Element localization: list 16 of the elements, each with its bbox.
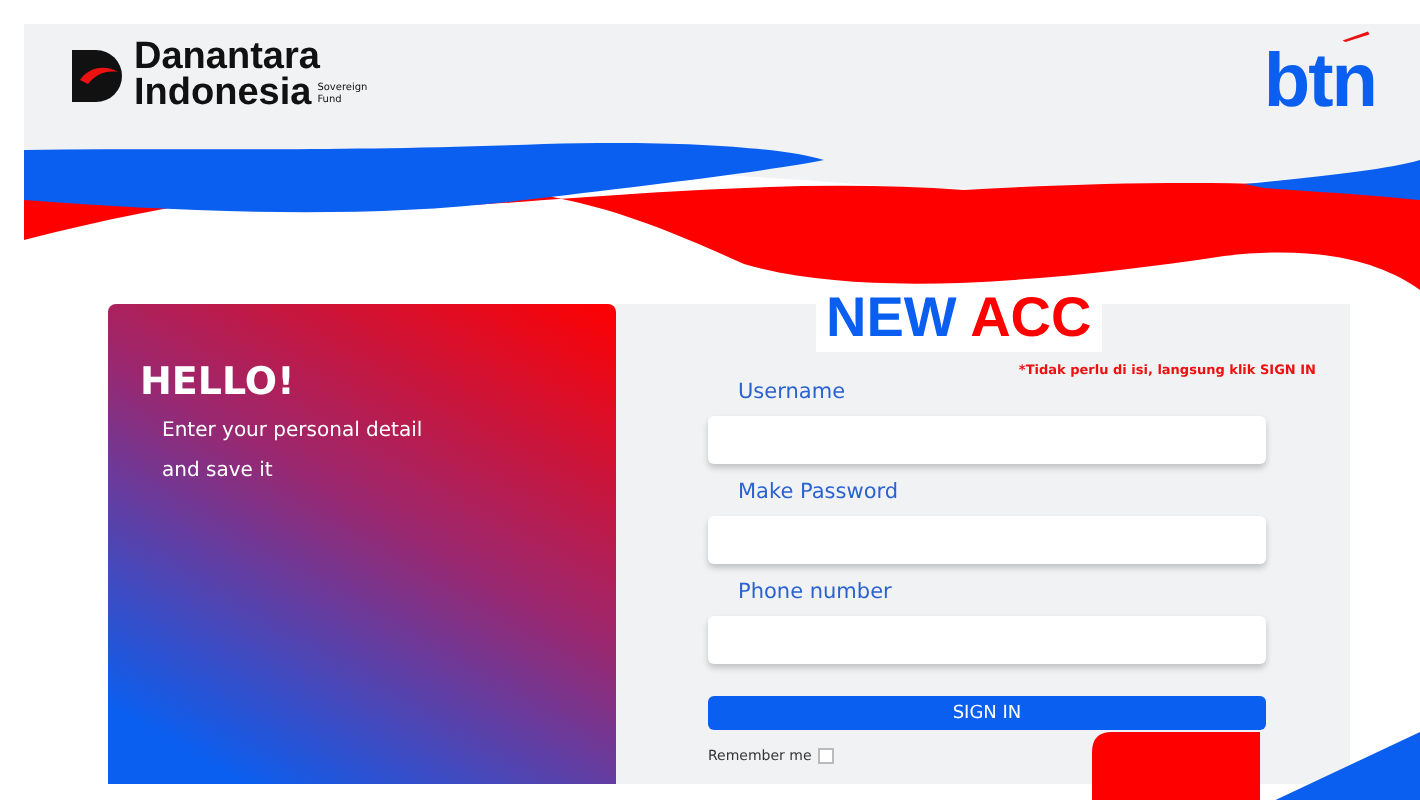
logo-accent-icon: [1340, 30, 1372, 42]
input-field[interactable]: [708, 516, 1266, 564]
panel-text: Enter your personal detail: [160, 418, 425, 446]
remember-checkbox[interactable]: [817, 748, 834, 764]
brand-logo-icon: [68, 46, 128, 106]
field-label: Make Password: [736, 478, 901, 508]
panel-text: and save it: [160, 458, 275, 486]
field-label: Phone number: [736, 578, 894, 608]
input-field[interactable]: [708, 616, 1266, 664]
brand-name: Danantara: [134, 40, 322, 76]
field-label: Username: [736, 378, 848, 408]
input-field[interactable]: [708, 416, 1266, 464]
bank-logo: btn: [1263, 42, 1376, 122]
sign-in-button[interactable]: SIGN IN: [708, 696, 1266, 730]
panel-heading: HELLO!: [140, 360, 297, 404]
brand-name: Indonesia: [134, 76, 312, 112]
